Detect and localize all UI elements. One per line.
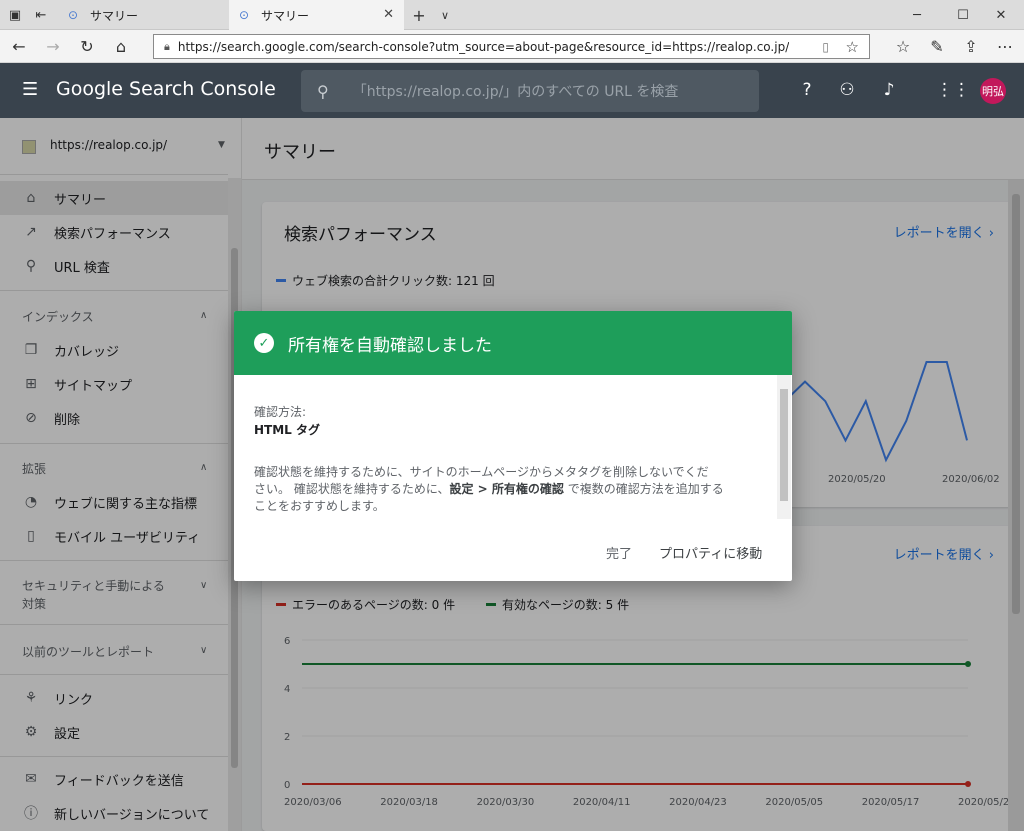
app-header: ☰ Google Search Console ⚲ 「https://realo… [0,63,1024,118]
forward-icon[interactable]: → [38,30,68,63]
url-inspect-search[interactable]: ⚲ 「https://realop.co.jp/」内のすべての URL を検査 [301,70,759,112]
back-icon[interactable]: ← [4,30,34,63]
favorites-icon[interactable]: ☆ [888,30,918,63]
close-window-icon[interactable]: ✕ [978,0,1024,30]
method-label: 確認方法: [254,405,307,419]
method-value: HTML タグ [254,423,320,437]
refresh-icon[interactable]: ↻ [72,30,102,63]
home-icon[interactable]: ⌂ [106,30,136,63]
lock-icon: 🔒︎ [164,39,170,53]
favorite-star-icon[interactable]: ☆ [846,38,859,56]
dialog-header: ✓ 所有権を自動確認しました [234,311,792,375]
help-icon[interactable]: ? [794,77,820,103]
set-aside-tabs-icon[interactable]: ⇤ [26,0,56,30]
app-logo[interactable]: Google Search Console [56,78,276,100]
gsc-favicon-icon: ⊙ [68,8,79,22]
dialog-title: 所有権を自動確認しました [288,335,492,356]
tab-active[interactable]: ⊙ サマリー ✕ [229,0,404,30]
notifications-icon[interactable]: ♪ [876,77,902,103]
minimize-icon[interactable]: ─ [894,0,940,30]
dialog-body: 確認状態を維持するために、サイトのホームページからメタタグを削除しないでくだ さ… [254,465,724,513]
check-circle-icon: ✓ [254,333,274,353]
close-tab-icon[interactable]: ✕ [383,7,394,22]
tab-inactive[interactable]: ⊙ サマリー [58,0,228,30]
reading-view-icon[interactable]: ▯ [822,40,829,54]
share-icon[interactable]: ⇪ [956,30,986,63]
menu-icon[interactable]: ☰ [22,79,38,100]
settings-ownership-path: 設定 > 所有権の確認 [449,482,564,496]
address-bar[interactable]: 🔒︎ https://search.google.com/search-cons… [153,34,870,59]
browser-nav-bar: ← → ↻ ⌂ 🔒︎ https://search.google.com/sea… [0,30,1024,63]
gsc-favicon-icon: ⊙ [239,8,250,22]
tab-list-chevron-icon[interactable]: ∨ [430,0,460,30]
scrollbar-thumb[interactable] [780,389,788,501]
avatar[interactable]: 明弘 [980,78,1006,104]
pen-icon[interactable]: ✎ [922,30,952,63]
go-to-property-button[interactable]: プロパティに移動 [659,543,762,562]
manage-users-icon[interactable]: ⚇ [834,77,860,103]
done-button[interactable]: 完了 [606,543,632,562]
verification-dialog: ✓ 所有権を自動確認しました 確認方法: HTML タグ 確認状態を維持するため… [234,311,792,581]
more-icon[interactable]: ⋯ [990,30,1020,63]
dialog-scrollbar[interactable] [777,375,791,519]
apps-grid-icon[interactable]: ⋮⋮ [936,77,970,103]
search-icon: ⚲ [317,81,329,101]
browser-tab-bar: ▣ ⇤ ⊙ サマリー ⊙ サマリー ✕ + ∨ ─ ☐ ✕ [0,0,1024,30]
